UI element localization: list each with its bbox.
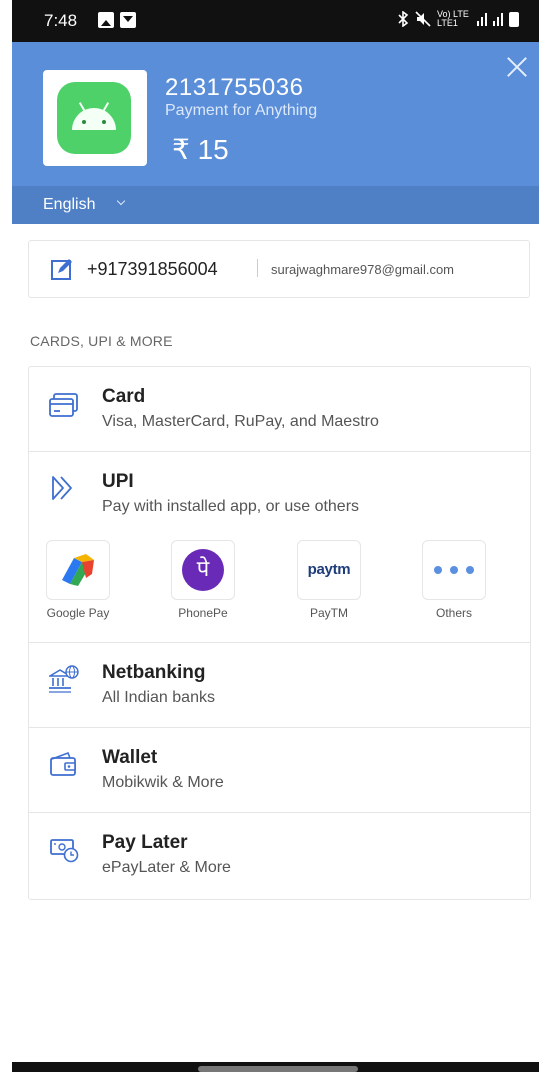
- checkout-screen: 7:48 Vo) LTE LTE1 2131755036 Payment for…: [12, 0, 539, 1072]
- status-bar: 7:48 Vo) LTE LTE1: [12, 0, 539, 42]
- payment-amount: ₹ 15: [172, 134, 229, 165]
- method-wallet[interactable]: Wallet Mobikwik & More: [29, 728, 530, 813]
- status-time: 7:48: [44, 11, 78, 30]
- message-notification-icon: [120, 12, 136, 28]
- method-card[interactable]: Card Visa, MasterCard, RuPay, and Maestr…: [29, 367, 530, 452]
- merchant-id: 2131755036: [165, 74, 304, 101]
- home-gesture-handle[interactable]: [198, 1066, 358, 1072]
- bank-icon: [49, 665, 79, 693]
- android-icon: [72, 108, 116, 130]
- contact-email: surajwaghmare978@gmail.com: [271, 262, 454, 277]
- app-label: Google Pay: [46, 606, 110, 620]
- paytm-icon: paytm: [307, 561, 351, 578]
- method-subtitle: Pay with installed app, or use others: [102, 498, 360, 515]
- upi-app-google-pay[interactable]: Google Pay: [28, 540, 128, 620]
- phonepe-icon: पे: [182, 549, 224, 591]
- card-icon: [49, 393, 78, 417]
- app-label: PhonePe: [178, 606, 228, 620]
- close-icon[interactable]: [503, 54, 531, 82]
- system-nav-bar: [12, 1062, 539, 1072]
- signal-icon: [477, 12, 487, 26]
- wallet-icon: [50, 751, 76, 776]
- method-subtitle: ePayLater & More: [102, 859, 231, 876]
- method-pay-later[interactable]: Pay Later ePayLater & More: [29, 813, 530, 897]
- payment-methods: Card Visa, MasterCard, RuPay, and Maestr…: [28, 366, 531, 900]
- method-upi[interactable]: UPI Pay with installed app, or use other…: [29, 452, 530, 643]
- method-title: Wallet: [102, 747, 158, 768]
- app-label: PayTM: [309, 606, 348, 620]
- method-subtitle: All Indian banks: [102, 689, 215, 706]
- more-dots-icon: [434, 566, 474, 574]
- payment-header: 2131755036 Payment for Anything ₹ 15 Eng…: [12, 42, 539, 224]
- section-title: CARDS, UPI & MORE: [30, 333, 173, 349]
- method-title: Pay Later: [102, 832, 188, 853]
- upi-app-phonepe[interactable]: पे PhonePe: [153, 540, 253, 620]
- google-pay-icon: [62, 554, 94, 586]
- gallery-notification-icon: [98, 12, 114, 28]
- contact-details[interactable]: +917391856004 surajwaghmare978@gmail.com: [28, 240, 530, 298]
- app-label: Others: [435, 606, 472, 620]
- network-label: Vo) LTE LTE1: [437, 9, 469, 28]
- chevron-down-icon: [116, 196, 126, 206]
- method-subtitle: Mobikwik & More: [102, 774, 224, 791]
- upi-apps: Google Pay पे PhonePe paytm PayTM Others: [29, 540, 530, 630]
- merchant-logo: [43, 70, 147, 166]
- signal-icon-2: [493, 12, 503, 26]
- payment-description: Payment for Anything: [165, 102, 318, 119]
- method-title: Card: [102, 386, 146, 407]
- language-selector[interactable]: English: [12, 186, 539, 224]
- upi-app-paytm[interactable]: paytm PayTM: [279, 540, 379, 620]
- contact-phone: +917391856004: [87, 259, 218, 279]
- method-subtitle: Visa, MasterCard, RuPay, and Maestro: [102, 413, 379, 430]
- edit-icon[interactable]: [51, 258, 73, 280]
- upi-icon: [52, 476, 72, 500]
- method-netbanking[interactable]: Netbanking All Indian banks: [29, 643, 530, 728]
- pay-later-icon: [50, 839, 79, 863]
- method-title: UPI: [102, 471, 134, 492]
- mute-icon: [415, 11, 431, 27]
- battery-icon: [509, 11, 519, 27]
- upi-app-others[interactable]: Others: [404, 540, 504, 620]
- method-title: Netbanking: [102, 662, 206, 683]
- divider: [257, 259, 258, 277]
- bluetooth-icon: [398, 11, 409, 27]
- language-label: English: [43, 196, 96, 213]
